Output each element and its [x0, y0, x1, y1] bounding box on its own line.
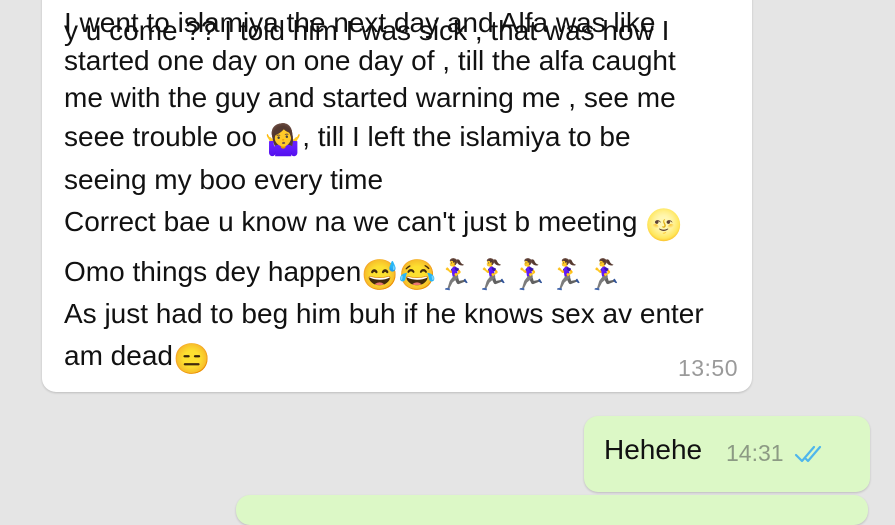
message-line: Omo things dey happen😅😂🏃‍♀️🏃‍♀️🏃‍♀️🏃‍♀️🏃… — [64, 256, 623, 292]
double-check-icon — [794, 445, 821, 462]
message-line-text: am dead — [64, 340, 173, 371]
message-timestamp: 13:50 — [677, 355, 738, 381]
message-line-text: , till I left the islamiya to be — [302, 121, 631, 152]
message-line-text: seee trouble oo — [64, 121, 258, 152]
message-line: As just had to beg him buh if he knows s… — [64, 298, 704, 329]
message-line: y u come ?? I told him I was sick , that… — [64, 15, 669, 47]
message-line-text: Correct bae u know na we can't just b me… — [64, 206, 638, 237]
message-line-text: Omo things dey happen — [64, 256, 362, 287]
outgoing-message-bubble-partial[interactable] — [236, 495, 868, 525]
outgoing-message-meta: 14:31 — [726, 440, 828, 467]
woman-running-emoji-icon: 🏃‍♀️🏃‍♀️🏃‍♀️🏃‍♀️🏃‍♀️ — [436, 259, 623, 292]
expressionless-face-emoji-icon: 😑 — [172, 343, 211, 376]
message-line: Correct bae u know na we can't just b me… — [64, 206, 683, 242]
message-line: am dead😑 — [64, 340, 210, 376]
grinning-sweat-emoji-icon: 😅 — [361, 259, 399, 292]
tears-of-joy-emoji-icon: 😂 — [398, 259, 437, 292]
incoming-message-bubble[interactable]: I went to islamiya the next day and Alfa… — [42, 0, 752, 392]
message-line: me with the guy and started warning me ,… — [64, 82, 676, 113]
message-line: started one day on one day of , till the… — [64, 45, 676, 76]
message-line: seee trouble oo 🤷‍♀️, till I left the is… — [64, 121, 631, 157]
message-timestamp: 14:31 — [726, 440, 784, 466]
message-line: seeing my boo every time — [64, 164, 384, 195]
woman-shrugging-emoji-icon: 🤷‍♀️ — [264, 124, 303, 157]
outgoing-message-text: Hehehe — [604, 434, 703, 465]
outgoing-message-bubble[interactable]: Hehehe 14:31 — [584, 416, 870, 492]
full-moon-face-emoji-icon: 🌝 — [645, 209, 683, 242]
message-line-text: y u come ?? I told him I was sick , that… — [64, 15, 670, 46]
